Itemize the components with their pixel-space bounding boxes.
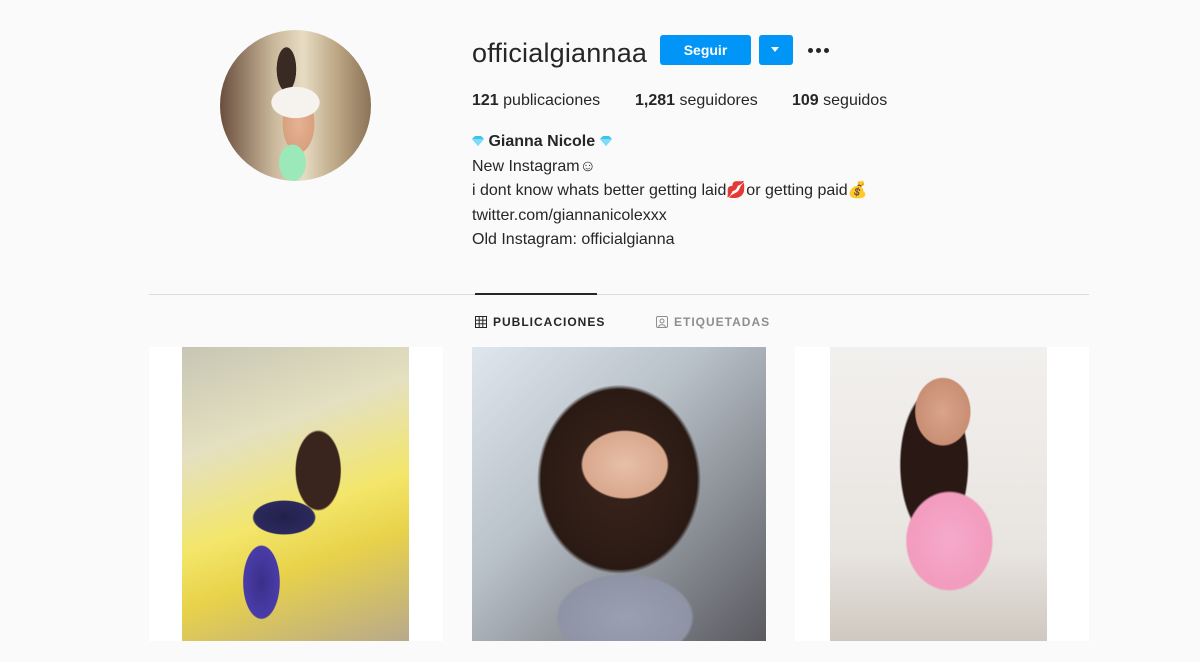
profile-avatar[interactable] — [220, 30, 371, 181]
post-image — [830, 347, 1047, 641]
profile-username: officialgiannaa — [472, 38, 648, 68]
post-thumbnail[interactable] — [795, 347, 1089, 641]
lips-emoji: 💋 — [726, 182, 747, 199]
money-bag-emoji: 💰 — [847, 182, 868, 199]
tab-tagged[interactable]: ETIQUETADAS — [656, 314, 770, 330]
posts-count: 121 publicaciones — [472, 92, 601, 109]
profile-full-name-row: Gianna Nicole — [472, 130, 868, 155]
post-thumbnail[interactable] — [472, 347, 766, 641]
bio-line: Old Instagram: officialgianna — [472, 231, 675, 248]
tag-icon — [656, 316, 668, 328]
chevron-down-icon — [771, 47, 779, 52]
post-image — [472, 347, 766, 641]
profile-full-name: Gianna Nicole — [488, 133, 596, 150]
bio-link[interactable]: twitter.com/giannanicolexxx — [472, 204, 868, 229]
bio-line: i dont know whats better getting laid💋or… — [472, 182, 868, 199]
followers-count[interactable]: 1,281 seguidores — [635, 91, 758, 111]
follow-button[interactable]: Seguir — [660, 35, 751, 65]
active-tab-indicator — [475, 293, 597, 295]
grid-icon — [475, 316, 487, 328]
profile-bio: Gianna Nicole New Instagram☺ i dont know… — [472, 130, 868, 253]
tab-posts[interactable]: PUBLICACIONES — [475, 314, 605, 330]
more-options-icon[interactable] — [805, 35, 833, 65]
diamond-icon — [472, 136, 484, 146]
bio-line: New Instagram☺ — [472, 157, 596, 175]
tabs-divider — [149, 294, 1089, 295]
following-count[interactable]: 109 seguidos — [792, 91, 887, 111]
diamond-icon — [599, 136, 612, 146]
post-thumbnail[interactable] — [149, 347, 443, 641]
post-image — [182, 347, 409, 641]
suggestions-dropdown-button[interactable] — [759, 35, 793, 65]
